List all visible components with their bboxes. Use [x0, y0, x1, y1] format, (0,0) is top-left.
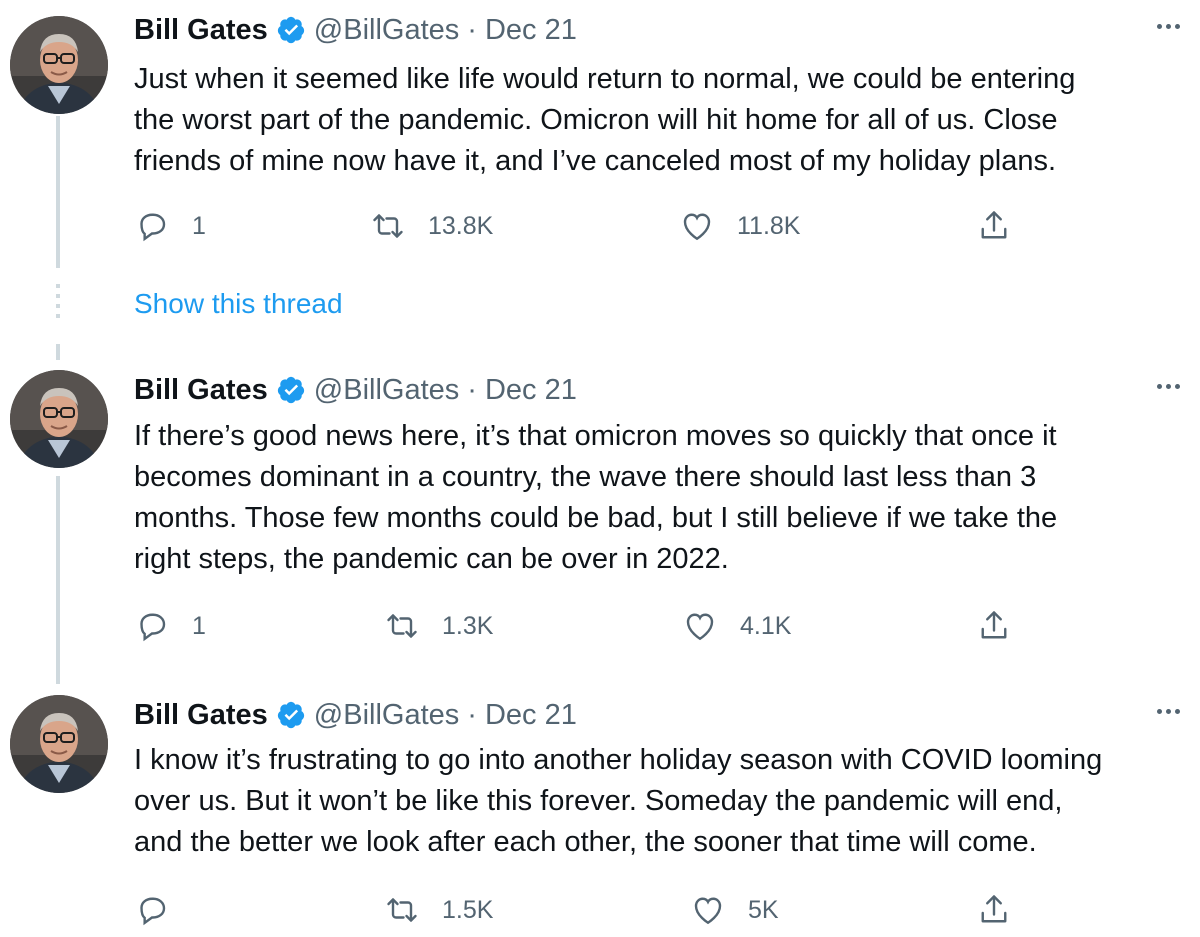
tweet[interactable]: Bill Gates @BillGates · Dec 21 I know it…	[0, 695, 1200, 935]
tweet[interactable]: Bill Gates @BillGates · Dec 21 Just when…	[0, 10, 1200, 280]
tweet-text-line: Just when it seemed like life would retu…	[134, 63, 1076, 95]
retweet-icon	[387, 614, 417, 638]
heart-icon	[694, 897, 722, 925]
author-handle[interactable]: @BillGates	[314, 374, 459, 407]
separator-dot: ·	[467, 13, 477, 46]
retweet-button[interactable]: 1.3K	[384, 606, 493, 646]
thread-line	[56, 344, 60, 360]
tweet-text: Just when it seemed like life would retu…	[134, 59, 1194, 182]
share-icon	[981, 211, 1007, 239]
retweet-count: 1.3K	[442, 611, 494, 640]
tweet-header: Bill Gates @BillGates · Dec 21	[134, 695, 577, 735]
share-icon	[981, 611, 1007, 639]
reply-count: 1	[192, 211, 206, 240]
share-button[interactable]	[976, 890, 1012, 930]
tweet-actions: 1.5K 5K	[134, 890, 1034, 930]
tweet-text-line: and the better we look after each other,…	[134, 826, 1037, 858]
reply-count: 1	[192, 611, 206, 640]
retweet-button[interactable]: 13.8K	[370, 206, 493, 246]
tweet-date[interactable]: Dec 21	[485, 374, 577, 407]
separator-dot: ·	[467, 698, 477, 731]
tweet-text-line: months. Those few months could be bad, b…	[134, 502, 1058, 534]
like-count: 4.1K	[740, 611, 792, 640]
retweet-icon	[387, 898, 417, 922]
tweet-text: If there’s good news here, it’s that omi…	[134, 416, 1194, 580]
tweet-date[interactable]: Dec 21	[485, 699, 577, 732]
retweet-count: 1.5K	[442, 895, 494, 924]
verified-badge-icon	[276, 15, 306, 45]
heart-icon	[683, 213, 711, 241]
tweet-date[interactable]: Dec 21	[485, 14, 577, 47]
show-thread-link[interactable]: Show this thread	[134, 288, 343, 320]
tweet[interactable]: Bill Gates @BillGates · Dec 21 If there’…	[0, 370, 1200, 670]
author-name[interactable]: Bill Gates	[134, 374, 268, 407]
avatar[interactable]	[10, 695, 108, 793]
reply-button[interactable]: 1	[134, 606, 206, 646]
tweet-text: I know it’s frustrating to go into anoth…	[134, 740, 1194, 863]
tweet-actions: 1 13.8K 11.8K	[134, 206, 1034, 246]
more-options-icon[interactable]	[1157, 709, 1180, 714]
tweet-actions: 1 1.3K 4.1K	[134, 606, 1034, 646]
tweet-text-line: friends of mine now have it, and I’ve ca…	[134, 145, 1057, 177]
tweet-text-line: becomes dominant in a country, the wave …	[134, 461, 1037, 493]
author-handle[interactable]: @BillGates	[314, 699, 459, 732]
more-options-icon[interactable]	[1157, 384, 1180, 389]
like-button[interactable]: 5K	[690, 890, 779, 930]
reply-button[interactable]: 1	[134, 206, 206, 246]
more-options-icon[interactable]	[1157, 24, 1180, 29]
reply-icon	[140, 613, 166, 642]
retweet-icon	[373, 214, 403, 238]
thread-gap-dots	[56, 284, 60, 324]
share-button[interactable]	[976, 206, 1012, 246]
verified-badge-icon	[276, 700, 306, 730]
reply-button[interactable]	[134, 890, 192, 930]
like-button[interactable]: 4.1K	[682, 606, 791, 646]
tweet-text-line: right steps, the pandemic can be over in…	[134, 543, 729, 575]
verified-badge-icon	[276, 375, 306, 405]
share-button[interactable]	[976, 606, 1012, 646]
author-name[interactable]: Bill Gates	[134, 699, 268, 732]
tweet-text-line: If there’s good news here, it’s that omi…	[134, 420, 1057, 452]
retweet-button[interactable]: 1.5K	[384, 890, 493, 930]
separator-dot: ·	[467, 373, 477, 406]
author-name[interactable]: Bill Gates	[134, 14, 268, 47]
tweet-text-line: I know it’s frustrating to go into anoth…	[134, 744, 1103, 776]
reply-icon	[140, 897, 166, 926]
reply-icon	[140, 213, 166, 242]
tweet-header: Bill Gates @BillGates · Dec 21	[134, 370, 577, 410]
heart-icon	[686, 613, 714, 641]
avatar[interactable]	[10, 370, 108, 468]
tweet-text-line: the worst part of the pandemic. Omicron …	[134, 104, 1058, 136]
author-handle[interactable]: @BillGates	[314, 14, 459, 47]
tweet-header: Bill Gates @BillGates · Dec 21	[134, 10, 577, 50]
tweet-text-line: over us. But it won’t be like this forev…	[134, 785, 1063, 817]
share-icon	[981, 895, 1007, 923]
like-count: 5K	[748, 895, 779, 924]
retweet-count: 13.8K	[428, 211, 494, 240]
avatar[interactable]	[10, 16, 108, 114]
like-button[interactable]: 11.8K	[679, 206, 800, 246]
like-count: 11.8K	[737, 211, 801, 240]
